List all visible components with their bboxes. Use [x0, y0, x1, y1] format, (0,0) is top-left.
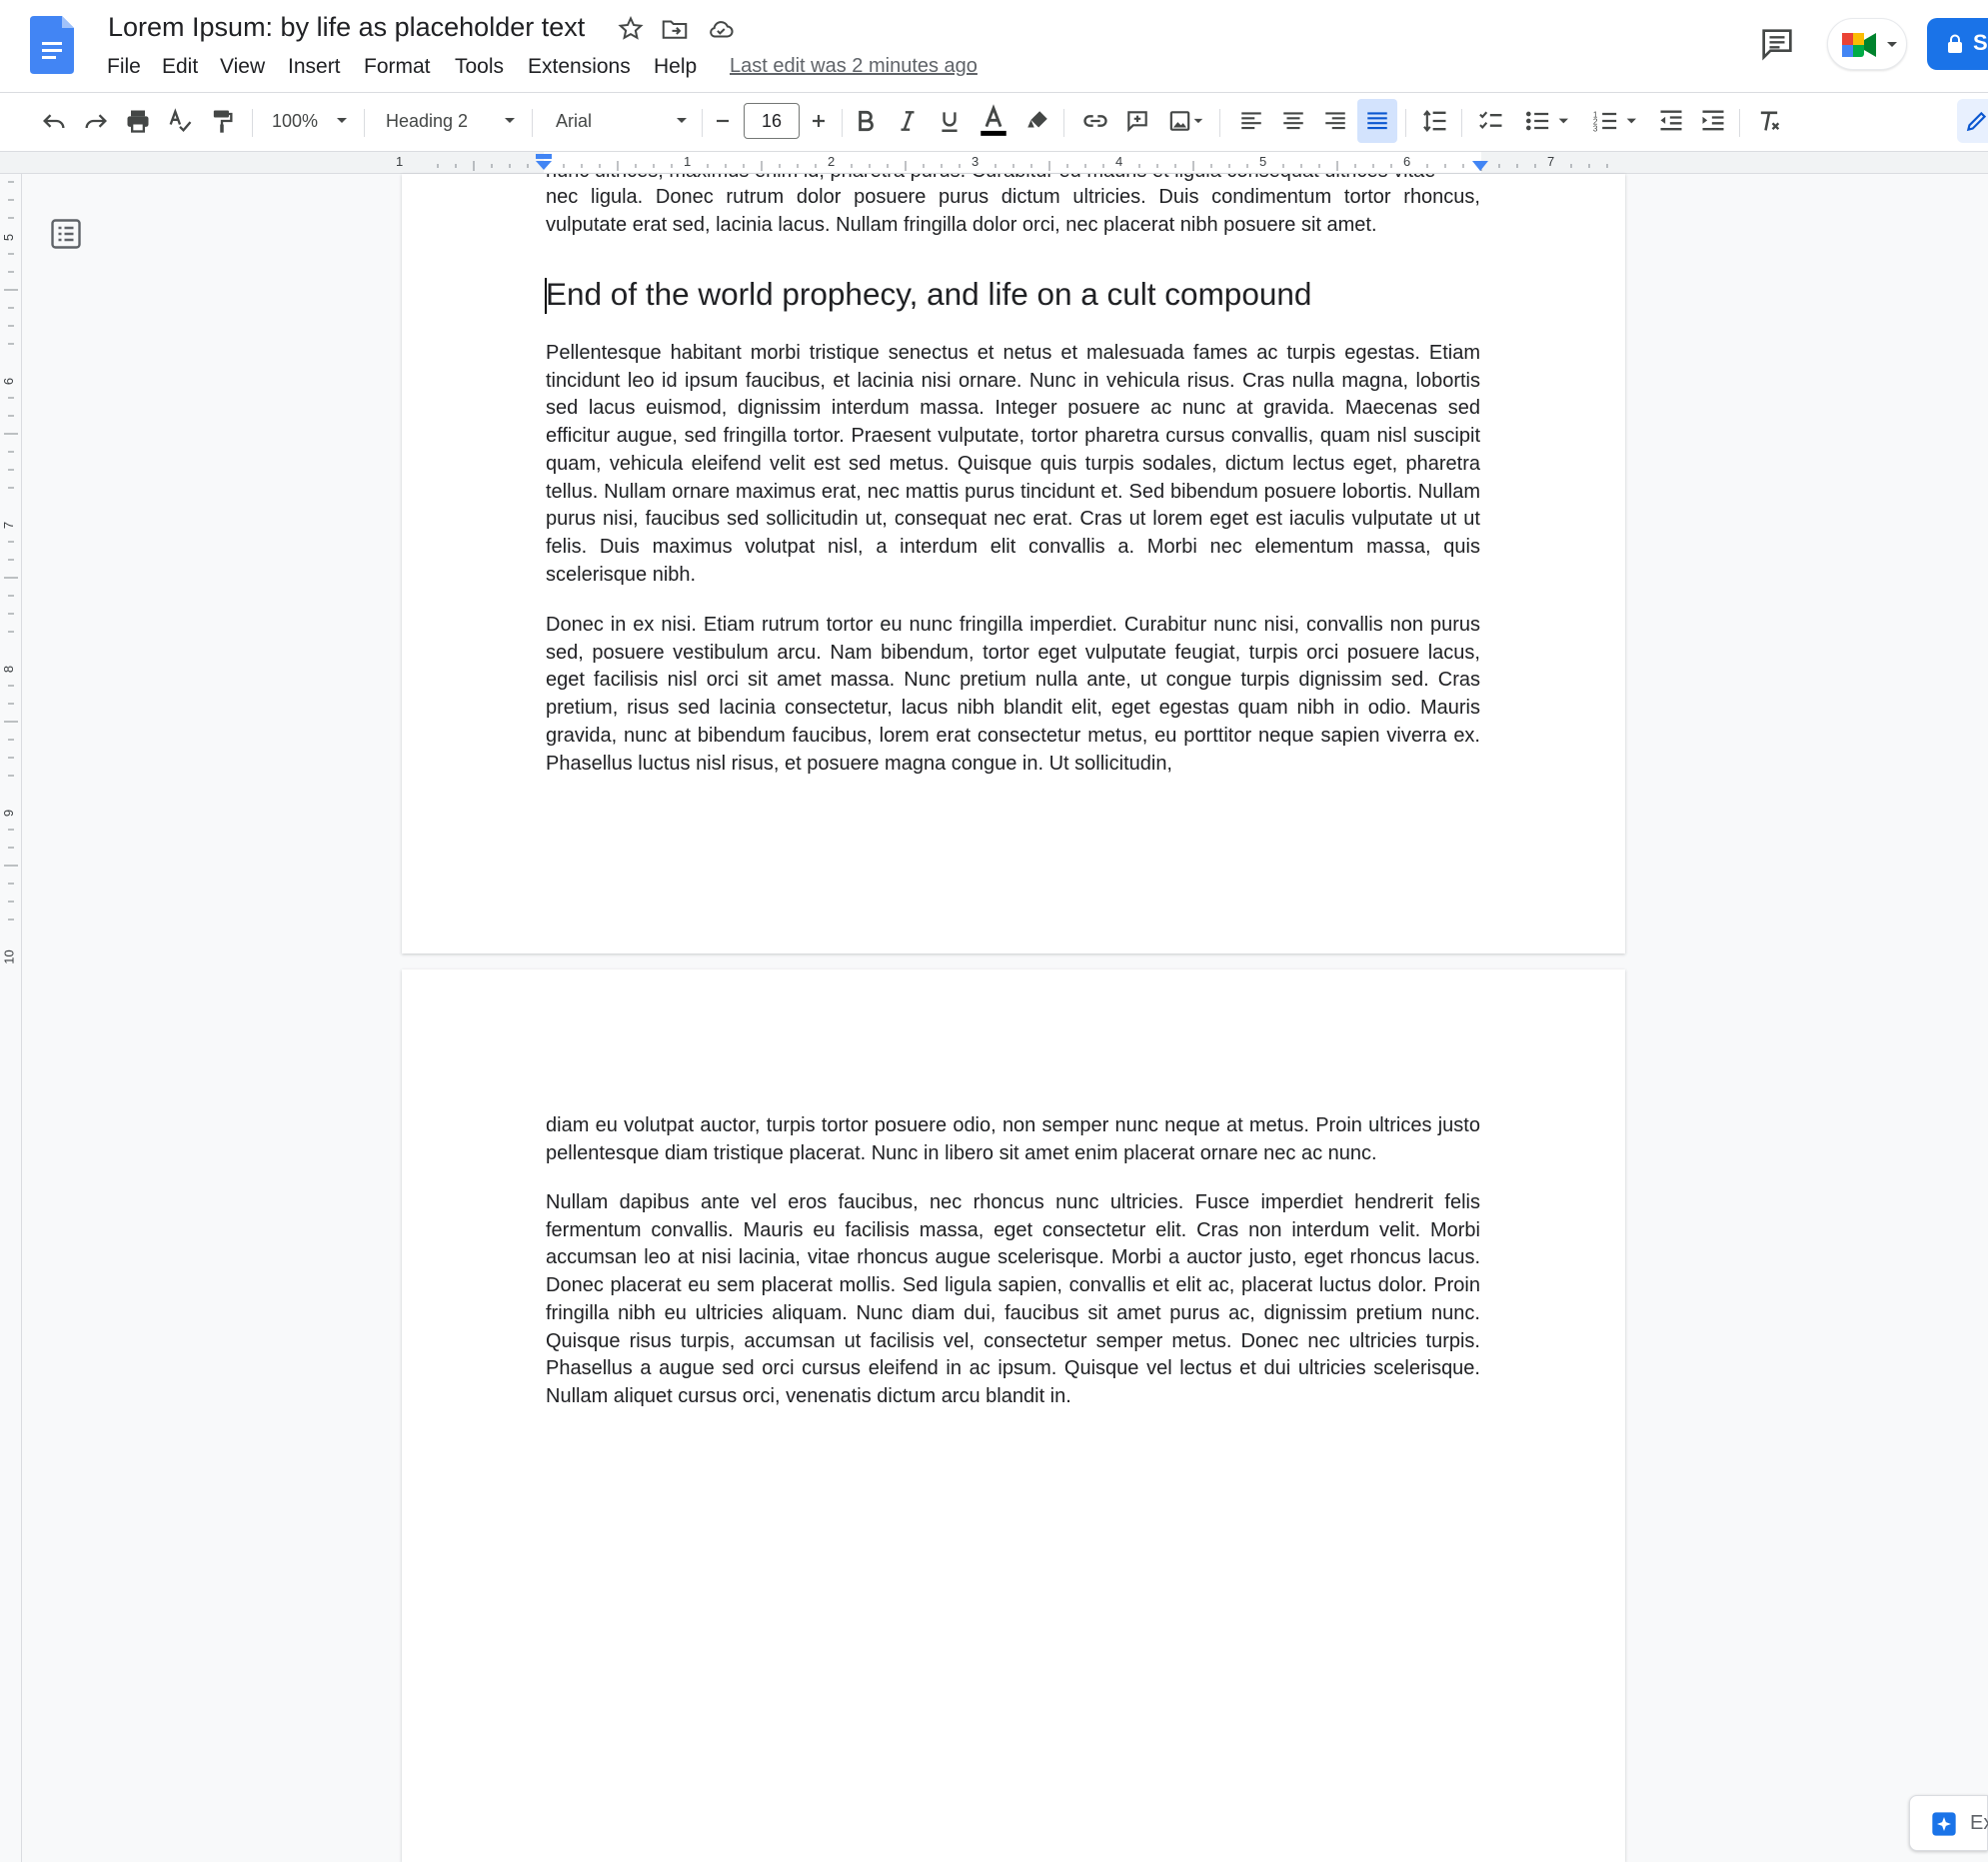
toolbar: 100% Heading 2 Arial 16 1 2 3 — [0, 92, 1988, 152]
menu-extensions[interactable]: Extensions — [528, 55, 631, 79]
menu-insert[interactable]: Insert — [288, 55, 341, 79]
spellcheck-icon[interactable] — [162, 99, 198, 143]
move-folder-icon[interactable] — [660, 14, 690, 44]
align-center-icon[interactable] — [1275, 99, 1311, 143]
ruler-tick-label: 3 — [972, 154, 980, 169]
decrease-font-size-button[interactable] — [708, 99, 738, 143]
ruler-tick-label: 9 — [1, 809, 17, 818]
vertical-ruler-ticks — [4, 181, 18, 921]
menu-help[interactable]: Help — [654, 55, 697, 79]
paint-format-icon[interactable] — [204, 99, 240, 143]
text-cursor — [545, 278, 547, 314]
italic-icon[interactable] — [890, 99, 926, 143]
minus-icon — [717, 119, 729, 123]
plus-icon — [813, 115, 825, 127]
menu-tools[interactable]: Tools — [455, 55, 504, 79]
print-icon[interactable] — [120, 99, 156, 143]
decrease-indent-icon[interactable] — [1653, 99, 1689, 143]
zoom-value: 100% — [272, 110, 319, 131]
ruler-tick-label: 5 — [1259, 154, 1267, 169]
ruler-tick-label: 5 — [1, 233, 17, 242]
document-outline-icon[interactable] — [48, 216, 84, 252]
redo-icon[interactable] — [78, 99, 114, 143]
line-spacing-icon[interactable] — [1417, 99, 1453, 143]
paragraph[interactable]: Donec in ex nisi. Etiam rutrum tortor eu… — [546, 612, 1480, 778]
menu-format[interactable]: Format — [364, 55, 431, 79]
ruler-tick-label: 7 — [1547, 154, 1555, 169]
last-edit-link[interactable]: Last edit was 2 minutes ago — [730, 55, 978, 78]
explore-button[interactable]: Ex — [1909, 1795, 1988, 1851]
text-color-icon[interactable] — [974, 99, 1013, 143]
font-value: Arial — [556, 110, 593, 131]
undo-icon[interactable] — [36, 99, 72, 143]
menu-edit[interactable]: Edit — [162, 55, 198, 79]
editing-mode-icon[interactable] — [1957, 99, 1988, 143]
meet-button[interactable] — [1827, 18, 1907, 70]
title-bar: Lorem Ipsum: by life as placeholder text… — [0, 0, 1988, 92]
ruler-tick-label: 1 — [684, 154, 692, 169]
menu-file[interactable]: File — [107, 55, 141, 79]
left-indent-marker-icon[interactable] — [534, 154, 554, 172]
numbered-list-icon[interactable]: 123 — [1585, 99, 1645, 143]
comments-icon[interactable] — [1757, 24, 1797, 64]
bulleted-list-icon[interactable] — [1517, 99, 1577, 143]
document-page[interactable] — [402, 969, 1625, 1862]
ruler-tick-label: 10 — [1, 949, 17, 964]
chevron-down-icon — [677, 118, 687, 123]
explore-label: Ex — [1970, 1812, 1988, 1834]
lock-icon — [1948, 34, 1962, 53]
bold-icon[interactable] — [848, 99, 884, 143]
chevron-down-icon — [337, 118, 347, 123]
ruler-ticks — [437, 161, 1608, 171]
paragraph-style-value: Heading 2 — [386, 110, 469, 131]
ruler-tick-label: 6 — [1403, 154, 1411, 169]
insert-image-icon[interactable] — [1161, 99, 1211, 143]
share-label: S — [1973, 30, 1988, 55]
font-size-input[interactable]: 16 — [744, 103, 800, 139]
add-comment-icon[interactable] — [1119, 99, 1155, 143]
menu-view[interactable]: View — [220, 55, 265, 79]
ruler-tick-label: 2 — [828, 154, 836, 169]
clear-formatting-icon[interactable] — [1751, 99, 1787, 143]
meet-icon — [1842, 33, 1876, 57]
insert-link-icon[interactable] — [1077, 99, 1113, 143]
increase-font-size-button[interactable] — [804, 99, 834, 143]
horizontal-ruler[interactable]: 1 1 2 3 4 5 6 7 — [0, 152, 1988, 174]
align-justify-icon[interactable] — [1357, 99, 1397, 143]
svg-text:3: 3 — [1593, 125, 1598, 134]
paragraph[interactable]: Nullam dapibus ante vel eros faucibus, n… — [546, 1189, 1480, 1411]
ruler-tick-label: 4 — [1115, 154, 1123, 169]
paragraph-style-select[interactable]: Heading 2 — [374, 99, 524, 143]
paragraph-line: vulputate erat sed, lacinia lacus. Nulla… — [546, 214, 1377, 236]
document-title[interactable]: Lorem Ipsum: by life as placeholder text — [108, 12, 585, 43]
ruler-tick-label: 1 — [396, 154, 404, 169]
cloud-saved-icon[interactable] — [706, 14, 736, 44]
share-button[interactable]: S — [1927, 18, 1988, 70]
font-select[interactable]: Arial — [542, 99, 696, 143]
vertical-ruler[interactable]: 5 6 7 8 9 10 — [0, 174, 22, 1862]
checklist-icon[interactable] — [1473, 99, 1509, 143]
paragraph[interactable]: Pellentesque habitant morbi tristique se… — [546, 340, 1480, 589]
highlight-color-icon[interactable] — [1019, 99, 1055, 143]
docs-home-icon[interactable] — [30, 16, 78, 74]
chevron-down-icon — [505, 118, 515, 123]
ruler-tick-label: 8 — [1, 665, 17, 674]
align-right-icon[interactable] — [1317, 99, 1353, 143]
increase-indent-icon[interactable] — [1695, 99, 1731, 143]
chevron-down-icon — [1887, 42, 1897, 47]
ruler-tick-label: 7 — [1, 521, 17, 530]
ruler-tick-label: 6 — [1, 377, 17, 386]
star-icon[interactable] — [616, 14, 646, 44]
align-left-icon[interactable] — [1233, 99, 1269, 143]
explore-icon — [1932, 1812, 1956, 1836]
paragraph-line: nec ligula. Donec rutrum dolor posuere p… — [546, 186, 1480, 208]
right-indent-marker-icon[interactable] — [1471, 160, 1489, 172]
zoom-select[interactable]: 100% — [262, 99, 356, 143]
underline-icon[interactable] — [932, 99, 968, 143]
heading-2[interactable]: End of the world prophecy, and life on a… — [546, 276, 1311, 313]
paragraph[interactable]: diam eu volutpat auctor, turpis tortor p… — [546, 1112, 1480, 1167]
